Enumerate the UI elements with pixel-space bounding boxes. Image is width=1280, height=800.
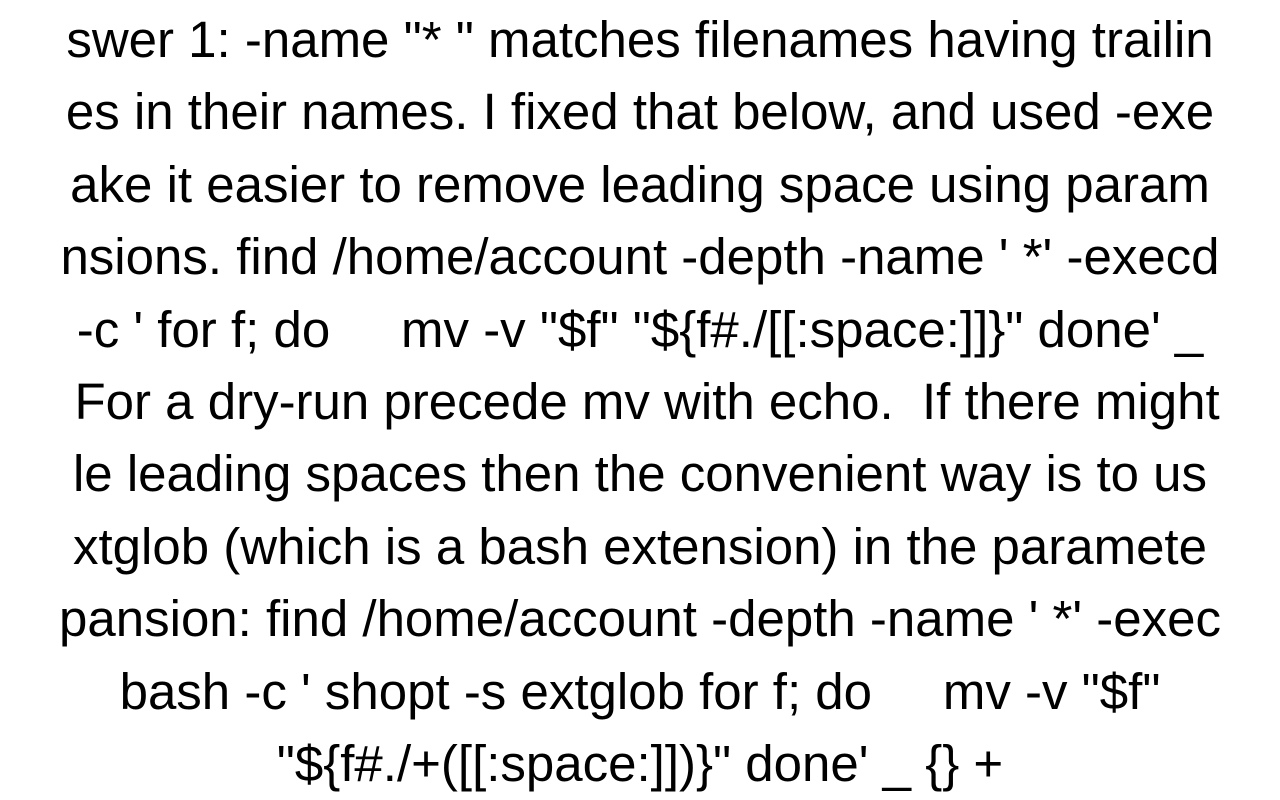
answer-body-text: swer 1: -name "* " matches filenames hav… xyxy=(0,4,1280,800)
